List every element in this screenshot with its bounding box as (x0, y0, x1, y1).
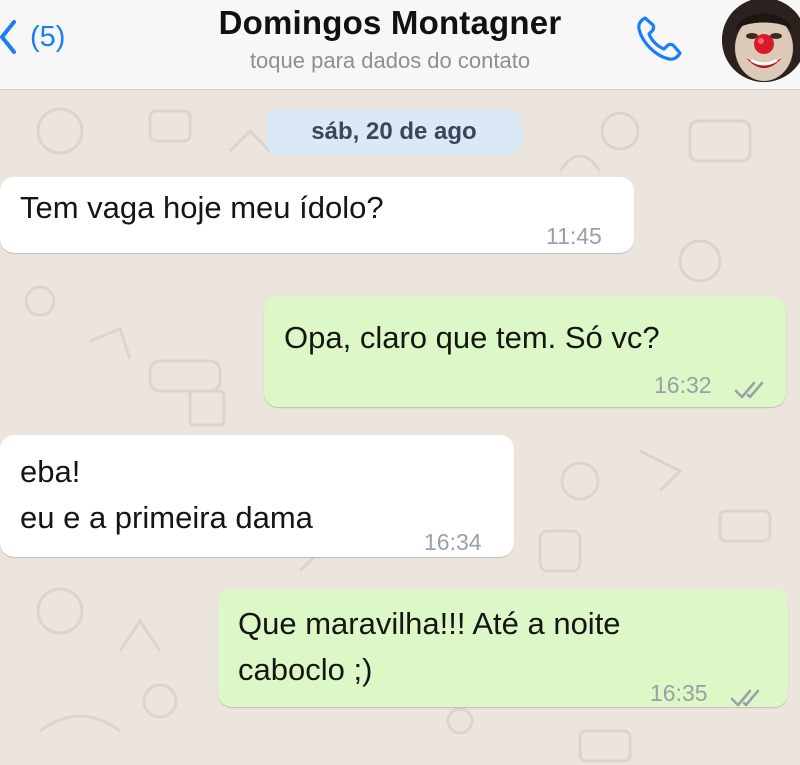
message-time: 11:45 (546, 223, 602, 249)
back-button[interactable]: (5) (0, 20, 65, 54)
chat-area[interactable]: sáb, 20 de ago Tem vaga hoje meu ídolo? … (0, 91, 800, 765)
contact-name: Domingos Montagner (218, 4, 562, 41)
chat-header: (5) Domingos Montagner toque para dados … (0, 0, 800, 90)
message-text: Opa, claro que tem. Só vc? (284, 315, 660, 361)
date-separator: sáb, 20 de ago (266, 109, 522, 155)
message-bubble-outgoing[interactable]: Opa, claro que tem. Só vc? 16:32 (264, 297, 786, 407)
message-text: Tem vaga hoje meu ídolo? (20, 185, 384, 231)
avatar[interactable] (722, 0, 800, 82)
message-line: Tem vaga hoje meu ídolo? (20, 190, 384, 225)
unread-count: (5) (30, 20, 66, 53)
message-time: 16:32 (654, 372, 712, 398)
message-line: eba! (20, 454, 81, 489)
double-check-icon (730, 675, 766, 721)
message-bubble-incoming[interactable]: Tem vaga hoje meu ídolo? 11:45 (0, 177, 634, 253)
avatar-image (722, 0, 800, 82)
call-button[interactable] (632, 12, 686, 71)
message-bubble-incoming[interactable]: eba! eu e a primeira dama 16:34 (0, 435, 514, 557)
chevron-left-icon (0, 20, 16, 54)
message-time: 16:34 (424, 529, 482, 555)
message-line: eu e a primeira dama (20, 500, 313, 535)
message-line: Opa, claro que tem. Só vc? (284, 320, 660, 355)
message-time: 16:35 (650, 680, 708, 706)
contact-subtitle: toque para dados do contato (249, 48, 531, 73)
phone-icon (632, 16, 686, 70)
double-check-icon (734, 367, 770, 413)
message-bubble-outgoing[interactable]: Que maravilha!!! Até a noite caboclo ;) … (218, 589, 788, 707)
message-line: Que maravilha!!! Até a noite (238, 606, 621, 641)
message-line: caboclo ;) (238, 652, 373, 687)
contact-info[interactable]: Domingos Montagner toque para dados do c… (170, 4, 610, 74)
message-text: Que maravilha!!! Até a noite caboclo ;) (238, 601, 621, 693)
message-text: eba! eu e a primeira dama (20, 449, 313, 541)
